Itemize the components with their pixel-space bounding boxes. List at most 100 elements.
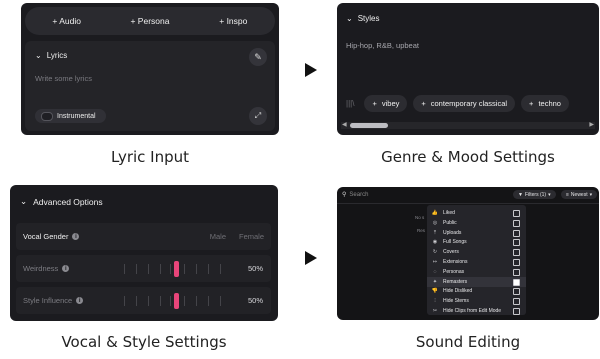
instrumental-toggle[interactable]: Instrumental xyxy=(35,109,106,123)
chip-label: techno xyxy=(538,99,561,108)
slider-knob[interactable] xyxy=(174,261,179,277)
weirdness-label-wrap: Weirdness i xyxy=(23,264,70,273)
caption-lyric-input: Lyric Input xyxy=(110,148,190,166)
side-text-2: Res xyxy=(417,228,426,233)
scrollbar-thumb[interactable] xyxy=(350,123,388,128)
caption-genre-mood: Genre & Mood Settings xyxy=(381,148,555,166)
stems-icon: ⫶ xyxy=(434,298,436,305)
upload-icon: ⤒ xyxy=(433,229,437,236)
lyrics-input[interactable]: Write some lyrics xyxy=(35,74,92,83)
checkbox[interactable] xyxy=(513,219,520,227)
chip-label: contemporary classical xyxy=(430,99,508,108)
filter-item-label: Public xyxy=(443,219,457,226)
cover-icon: ↻ xyxy=(432,249,438,256)
chip-contemporary-classical[interactable]: + contemporary classical xyxy=(413,95,516,112)
checkbox[interactable] xyxy=(513,249,520,257)
disc-icon: ◉ xyxy=(432,239,438,246)
filter-item-remasters[interactable]: ✦ Remasters xyxy=(427,276,526,287)
caption-sound-editing: Sound Editing xyxy=(415,333,521,351)
style-influence-value: 50% xyxy=(247,296,263,305)
filter-item-hide-clips-from-edit-mode[interactable]: ✂ Hide Clips from Edit Mode xyxy=(427,306,526,316)
filters-label: Filters (1) xyxy=(524,191,547,198)
chevron-down-icon: ▾ xyxy=(548,191,551,198)
checkbox[interactable] xyxy=(513,288,520,296)
add-audio-button[interactable]: + Audio xyxy=(25,7,108,35)
arrow-right-icon xyxy=(305,251,317,265)
arrow-right-icon xyxy=(305,63,317,77)
chevron-down-icon: ▾ xyxy=(589,191,593,198)
checkbox[interactable] xyxy=(513,229,520,237)
side-text-1: No s xyxy=(415,215,425,220)
info-icon[interactable]: i xyxy=(62,265,70,272)
filter-item-covers[interactable]: ↻ Covers xyxy=(427,247,526,257)
weirdness-slider[interactable] xyxy=(124,261,224,277)
checkbox[interactable] xyxy=(513,278,520,286)
tag-bar: + Audio + Persona + Inspo xyxy=(25,7,275,35)
weirdness-row: Weirdness i 50% xyxy=(16,255,271,282)
remaster-icon: ✦ xyxy=(432,278,438,285)
chip-label: vibey xyxy=(381,99,400,108)
filters-button[interactable]: ▼ Filters (1) ▾ xyxy=(513,190,556,199)
filter-item-extensions[interactable]: ↦ Extensions xyxy=(427,257,526,267)
filter-item-label: Uploads xyxy=(443,229,462,236)
vocal-gender-row: Vocal Gender i Male Female xyxy=(16,223,271,250)
checkbox[interactable] xyxy=(513,308,520,315)
add-inspo-button[interactable]: + Inspo xyxy=(192,7,275,35)
filter-item-full-songs[interactable]: ◉ Full Songs xyxy=(427,237,526,247)
bars-icon[interactable]: |||\ xyxy=(346,99,354,108)
chevron-down-icon: ⌄ xyxy=(35,51,42,60)
filter-item-label: Full Songs xyxy=(443,239,467,246)
vocal-gender-label: Vocal Gender xyxy=(23,232,69,241)
chip-vibey[interactable]: + vibey xyxy=(364,95,408,112)
caption-vocal-style: Vocal & Style Settings xyxy=(61,333,227,351)
slider-knob[interactable] xyxy=(174,293,179,309)
filter-item-label: Hide Disliked xyxy=(443,288,473,295)
chevron-down-icon: ⌄ xyxy=(20,196,28,206)
sort-button[interactable]: ≡ Newest ▾ xyxy=(561,190,598,199)
vocal-style-panel: ⌄ Advanced Options Vocal Gender i Male F… xyxy=(10,185,278,321)
style-influence-slider[interactable] xyxy=(124,293,224,309)
checkbox[interactable] xyxy=(513,259,520,266)
extension-icon: ↦ xyxy=(432,259,438,265)
checkbox[interactable] xyxy=(513,239,520,247)
female-option[interactable]: Female xyxy=(239,232,264,241)
filter-item-liked[interactable]: 👍 Liked xyxy=(427,208,526,218)
filter-item-hide-disliked[interactable]: 👎 Hide Disliked xyxy=(427,286,526,296)
style-chips: |||\ + vibey + contemporary classical + tec… xyxy=(346,95,569,112)
lyrics-toggle[interactable]: ⌄ Lyrics xyxy=(35,51,67,60)
advanced-options-toggle[interactable]: ⌄ Advanced Options xyxy=(20,196,103,207)
scroll-right-icon[interactable]: ▶ xyxy=(589,122,594,129)
info-icon[interactable]: i xyxy=(76,297,84,304)
checkbox[interactable] xyxy=(513,268,520,276)
filter-item-public[interactable]: ◎ Public xyxy=(427,218,526,228)
add-persona-button[interactable]: + Persona xyxy=(108,7,191,35)
male-option[interactable]: Male xyxy=(210,232,226,241)
plus-icon: + xyxy=(529,99,534,108)
filter-item-uploads[interactable]: ⤒ Uploads xyxy=(427,228,526,238)
expand-icon[interactable]: ⤢ xyxy=(249,107,267,125)
toolbar: ⚲ Search ▼ Filters (1) ▾ ≡ Newest ▾ xyxy=(337,187,599,204)
chip-techno[interactable]: + techno xyxy=(521,95,569,112)
styles-input[interactable]: Hip-hop, R&B, upbeat xyxy=(346,41,419,50)
weirdness-value: 50% xyxy=(247,264,263,273)
filter-item-personas[interactable]: ◌ Personas xyxy=(427,267,526,277)
search-input[interactable]: ⚲ Search xyxy=(342,191,368,199)
styles-toggle[interactable]: ⌄ Styles xyxy=(346,14,380,23)
style-influence-row: Style Influence i 50% xyxy=(16,287,271,314)
lyric-input-panel: + Audio + Persona + Inspo ⌄ Lyrics ✎ Wri… xyxy=(21,3,279,135)
checkbox[interactable] xyxy=(513,298,520,306)
filter-item-hide-stems[interactable]: ⫶ Hide Stems xyxy=(427,296,526,306)
filter-item-label: Liked xyxy=(443,210,455,216)
horizontal-scrollbar[interactable]: ◀ ▶ xyxy=(341,122,595,129)
checkbox[interactable] xyxy=(513,210,520,217)
style-influence-label: Style Influence xyxy=(23,296,73,305)
magic-wand-icon[interactable]: ✎ xyxy=(249,48,267,66)
scroll-left-icon[interactable]: ◀ xyxy=(342,122,347,129)
instrumental-label: Instrumental xyxy=(57,112,96,120)
info-icon[interactable]: i xyxy=(72,233,80,240)
chevron-down-icon: ⌄ xyxy=(346,14,353,23)
search-icon: ⚲ xyxy=(342,192,347,198)
filter-item-label: Personas xyxy=(443,268,465,275)
plus-icon: + xyxy=(372,99,377,108)
filter-item-label: Hide Stems xyxy=(443,298,469,305)
